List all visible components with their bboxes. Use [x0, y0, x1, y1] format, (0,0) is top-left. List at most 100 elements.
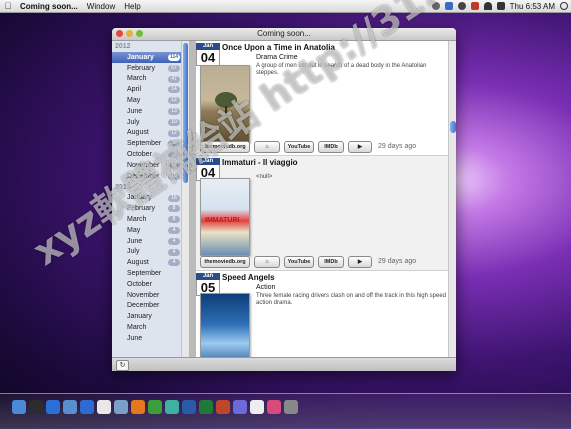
photo-icon[interactable] [114, 400, 128, 414]
menu-window[interactable]: Window [87, 2, 115, 11]
menu-help[interactable]: Help [124, 2, 140, 11]
month-sidebar: 2012 January 114 February 67 March 47 April 14 Ma… [112, 41, 190, 357]
year-header: 2013 [115, 183, 131, 191]
sidebar-item-month[interactable]: October [112, 279, 189, 290]
calendar-icon[interactable] [97, 400, 111, 414]
movie-entry[interactable]: Jan 04 Immaturi - Il viaggio <null> IMMA… [196, 156, 448, 271]
bluetooth-icon[interactable] [444, 2, 453, 10]
spotlight-icon[interactable] [560, 2, 568, 10]
wifi-icon[interactable] [483, 2, 492, 10]
movie-entry[interactable]: Jan 04 Once Upon a Time in Anatolia Dram… [196, 41, 448, 156]
count-badge: 16 [168, 194, 180, 202]
sidebar-item-month[interactable]: May 4 [112, 225, 189, 236]
finder-icon[interactable] [12, 400, 26, 414]
sidebar-item-month[interactable]: May 12 [112, 95, 189, 106]
sidebar-item-month[interactable]: December [112, 301, 189, 312]
homepage-button[interactable]: ⌂ [254, 255, 280, 268]
sidebar-item-month[interactable]: June 13 [112, 106, 189, 117]
app-menu[interactable]: Coming soon... [20, 2, 78, 11]
sidebar-item-month[interactable]: March 8 [112, 214, 189, 225]
movie-entry[interactable]: Jan 05 Speed Angels Action Three female … [196, 271, 448, 357]
sidebar-item-month[interactable]: February 8 [112, 203, 189, 214]
itunes-icon[interactable] [80, 400, 94, 414]
sidebar-item-month[interactable]: November 12 [112, 160, 189, 171]
sidebar-item-month[interactable]: August 4 [112, 257, 189, 268]
sidebar-scrollbar[interactable] [181, 41, 189, 357]
count-badge: 8 [168, 205, 180, 213]
month-label: December [127, 172, 160, 180]
content-scroll-thumb[interactable] [450, 121, 456, 133]
tmdb-button[interactable]: themoviedb.org [200, 255, 250, 268]
sidebar-item-month[interactable]: July 10 [112, 117, 189, 128]
sidebar-item-month[interactable]: September 18 [112, 138, 189, 149]
evernote-icon[interactable] [148, 400, 162, 414]
window-titlebar[interactable]: Coming soon... [112, 28, 456, 41]
trash-icon[interactable] [284, 400, 298, 414]
mail-icon[interactable] [63, 400, 77, 414]
sidebar-item-month[interactable]: March 47 [112, 74, 189, 85]
poster-logo: IMMATURI [205, 217, 240, 224]
time-machine-icon[interactable] [431, 2, 440, 10]
month-label: May [127, 226, 141, 234]
movie-genres: Action [256, 284, 276, 291]
sidebar-item-month[interactable]: July 4 [112, 247, 189, 258]
sidebar-item-month[interactable]: August 12 [112, 128, 189, 139]
content-scrollbar[interactable] [448, 41, 456, 357]
sidebar-item-month[interactable]: November [112, 290, 189, 301]
word-icon[interactable] [182, 400, 196, 414]
sync-icon[interactable] [457, 2, 466, 10]
coming-soon-window: Coming soon... 2012 January 114 February 67 M… [112, 28, 456, 371]
trailer-button[interactable]: ▶ [348, 140, 372, 153]
firefox-icon[interactable] [131, 400, 145, 414]
sidebar-item-month[interactable]: January 114 [112, 52, 189, 63]
homepage-button[interactable]: ⌂ [254, 140, 280, 153]
apple-menu-icon[interactable]:  [3, 1, 13, 11]
sidebar-item-month[interactable]: June 4 [112, 236, 189, 247]
sidebar-item-month[interactable]: December 10 [112, 171, 189, 182]
powerpoint-icon[interactable] [216, 400, 230, 414]
count-badge: 12 [168, 161, 180, 169]
volume-icon[interactable] [496, 2, 505, 10]
sidebar-scroll-thumb[interactable] [183, 43, 188, 183]
sidebar-item-month[interactable]: January [112, 311, 189, 322]
month-label: November [127, 161, 160, 169]
sidebar-item-month[interactable]: January 16 [112, 193, 189, 204]
count-badge: 4 [168, 248, 180, 256]
app-icon[interactable] [165, 400, 179, 414]
poster-trunk [225, 106, 227, 116]
count-badge: 12 [168, 129, 180, 137]
excel-icon[interactable] [199, 400, 213, 414]
month-label: September [127, 270, 162, 278]
window-title: Coming soon... [257, 29, 311, 38]
sidebar-item-month[interactable]: March [112, 322, 189, 333]
month-label: January [127, 313, 152, 321]
imdb-button[interactable]: IMDb [318, 255, 344, 268]
sidebar-item-month[interactable]: October 12 [112, 149, 189, 160]
youtube-button[interactable]: YouTube [284, 140, 314, 153]
wifi-icon[interactable] [250, 400, 264, 414]
youtube-button[interactable]: YouTube [284, 255, 314, 268]
count-badge: 4 [168, 237, 180, 245]
movie-plot: Three female racing drivers clash on and… [256, 293, 446, 306]
sidebar-item-month[interactable]: April 14 [112, 84, 189, 95]
sidebar-item-month[interactable]: February 67 [112, 63, 189, 74]
dashboard-icon[interactable] [29, 400, 43, 414]
tmdb-button[interactable]: themoviedb.org [200, 140, 250, 153]
imdb-button[interactable]: IMDb [318, 140, 344, 153]
sidebar-item-month[interactable]: June [112, 333, 189, 344]
clock[interactable]: Thu 6:53 AM [510, 2, 555, 11]
safari-icon[interactable] [46, 400, 60, 414]
month-label: January [127, 53, 154, 61]
movie-poster[interactable] [200, 65, 250, 143]
refresh-button[interactable]: ↻ [116, 360, 129, 371]
count-badge: 67 [168, 64, 180, 72]
trailer-button[interactable]: ▶ [348, 255, 372, 268]
count-badge: 114 [168, 54, 180, 61]
movie-title: Immaturi - Il viaggio [222, 158, 298, 167]
app-icon-2[interactable] [233, 400, 247, 414]
app-icon-3[interactable] [267, 400, 281, 414]
movie-poster[interactable]: IMMATURI [200, 178, 250, 256]
sidebar-item-month[interactable]: September [112, 268, 189, 279]
movie-poster[interactable] [200, 293, 250, 357]
flag-icon[interactable] [470, 2, 479, 10]
